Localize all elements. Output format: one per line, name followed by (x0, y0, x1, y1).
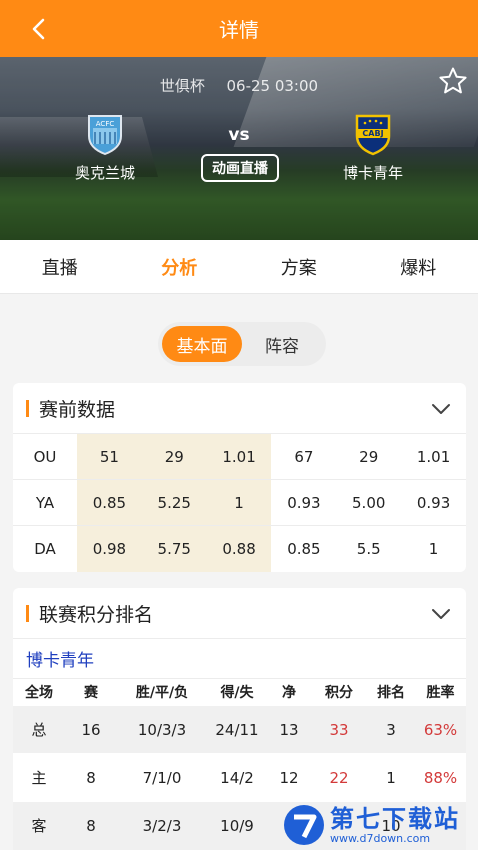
watermark: 第七下载站 www.d7down.com (282, 800, 472, 850)
odds-cell: 51 (77, 433, 142, 480)
table-cell: 8 (65, 753, 117, 802)
detail-tabs: 直播 分析 方案 爆料 (0, 240, 478, 294)
svg-text:CABJ: CABJ (362, 129, 383, 138)
table-cell: 主 (13, 753, 65, 802)
table-cell: 12 (267, 753, 311, 802)
odds-cell: 29 (141, 433, 207, 480)
table-cell: 总 (13, 705, 65, 754)
column-header: 胜率 (415, 678, 466, 706)
odds-cell: 1 (401, 525, 466, 572)
win-rate-cell: 63% (415, 705, 466, 754)
match-hero: 世俱杯 06-25 03:00 ACFC 奥克兰城 vs 动画直播 CABJ 博… (0, 57, 478, 240)
table-cell: 24/11 (207, 705, 267, 754)
odds-cell: 0.85 (77, 479, 142, 526)
away-team-name: 博卡青年 (342, 164, 403, 182)
row-label: DA (13, 525, 77, 572)
odds-cell: 5.00 (336, 479, 402, 526)
odds-cell: 5.75 (141, 525, 207, 572)
tab-tips[interactable]: 爆料 (359, 240, 478, 293)
match-meta: 世俱杯 06-25 03:00 (0, 75, 478, 96)
pre-match-card: 赛前数据 OU 51 29 1.01 67 29 1.01 YA 0.85 5.… (13, 383, 466, 572)
pre-match-title: 赛前数据 (39, 398, 116, 421)
standings-team-name[interactable]: 博卡青年 (13, 638, 466, 678)
pre-match-table: OU 51 29 1.01 67 29 1.01 YA 0.85 5.25 1 … (13, 433, 466, 572)
row-label: YA (13, 479, 77, 526)
star-icon (439, 67, 467, 94)
table-cell: 1 (367, 753, 415, 802)
table-cell: 客 (13, 801, 65, 850)
table-cell: 14/2 (207, 753, 267, 802)
top-bar: 详情 (0, 0, 478, 57)
column-header: 全场 (13, 678, 65, 706)
table-cell: 16 (65, 705, 117, 754)
column-header: 赛 (65, 678, 117, 706)
pre-match-header[interactable]: 赛前数据 (13, 383, 466, 433)
odds-cell: 1.01 (401, 433, 466, 480)
odds-cell: 1 (206, 479, 272, 526)
chevron-down-icon[interactable] (430, 603, 452, 625)
odds-cell: 67 (271, 433, 337, 480)
table-cell: 3/2/3 (117, 801, 207, 850)
table-cell: 8 (65, 801, 117, 850)
table-cell: 3 (367, 705, 415, 754)
segment-fundamentals[interactable]: 基本面 (162, 326, 242, 362)
table-row: YA 0.85 5.25 1 0.93 5.00 0.93 (13, 479, 466, 526)
odds-cell: 0.93 (401, 479, 466, 526)
odds-cell: 1.01 (206, 433, 272, 480)
column-header: 胜/平/负 (117, 678, 207, 706)
table-cell: 7/1/0 (117, 753, 207, 802)
tab-live[interactable]: 直播 (0, 240, 120, 293)
competition-name: 世俱杯 (159, 77, 205, 95)
table-cell: 10/9 (207, 801, 267, 850)
home-team[interactable]: ACFC 奥克兰城 (40, 112, 170, 183)
odds-cell: 0.93 (271, 479, 337, 526)
favorite-button[interactable] (438, 66, 468, 96)
table-row: DA 0.98 5.75 0.88 0.85 5.5 1 (13, 525, 466, 572)
back-button[interactable] (24, 14, 54, 44)
site-logo-icon (284, 805, 324, 845)
watermark-url: www.d7down.com (330, 831, 431, 845)
standings-header[interactable]: 联赛积分排名 (13, 588, 466, 638)
tab-analysis[interactable]: 分析 (120, 240, 240, 293)
column-header: 积分 (311, 678, 367, 706)
odds-cell: 5.5 (336, 525, 402, 572)
watermark-name: 第七下载站 (330, 804, 460, 833)
page-title: 详情 (219, 18, 259, 42)
points-cell: 33 (311, 705, 367, 754)
odds-cell: 0.85 (271, 525, 337, 572)
table-row: 总 16 10/3/3 24/11 13 33 3 63% (13, 705, 466, 754)
odds-cell: 0.88 (206, 525, 272, 572)
win-rate-cell: 88% (415, 753, 466, 802)
table-cell: 10/3/3 (117, 705, 207, 754)
odds-cell: 0.98 (77, 525, 142, 572)
away-team-badge: CABJ (351, 112, 395, 156)
points-cell: 22 (311, 753, 367, 802)
column-header: 得/失 (207, 678, 267, 706)
match-datetime: 06-25 03:00 (226, 77, 319, 95)
column-header: 排名 (367, 678, 415, 706)
column-header: 净 (267, 678, 311, 706)
tab-plans[interactable]: 方案 (239, 240, 359, 293)
chevron-left-icon (32, 18, 45, 40)
chevron-down-icon[interactable] (430, 398, 452, 420)
animation-live-button[interactable]: 动画直播 (201, 154, 279, 182)
table-row: OU 51 29 1.01 67 29 1.01 (13, 433, 466, 480)
row-label: OU (13, 433, 77, 480)
odds-cell: 29 (336, 433, 402, 480)
away-team[interactable]: CABJ 博卡青年 (308, 112, 438, 183)
odds-cell: 5.25 (141, 479, 207, 526)
table-cell: 13 (267, 705, 311, 754)
home-team-name: 奥克兰城 (74, 164, 135, 182)
segment-lineup[interactable]: 阵容 (242, 326, 322, 362)
analysis-segment: 基本面 阵容 (158, 322, 326, 366)
table-row: 主 8 7/1/0 14/2 12 22 1 88% (13, 753, 466, 802)
standings-title: 联赛积分排名 (39, 603, 154, 626)
table-header-row: 全场 赛 胜/平/负 得/失 净 积分 排名 胜率 (13, 678, 466, 706)
